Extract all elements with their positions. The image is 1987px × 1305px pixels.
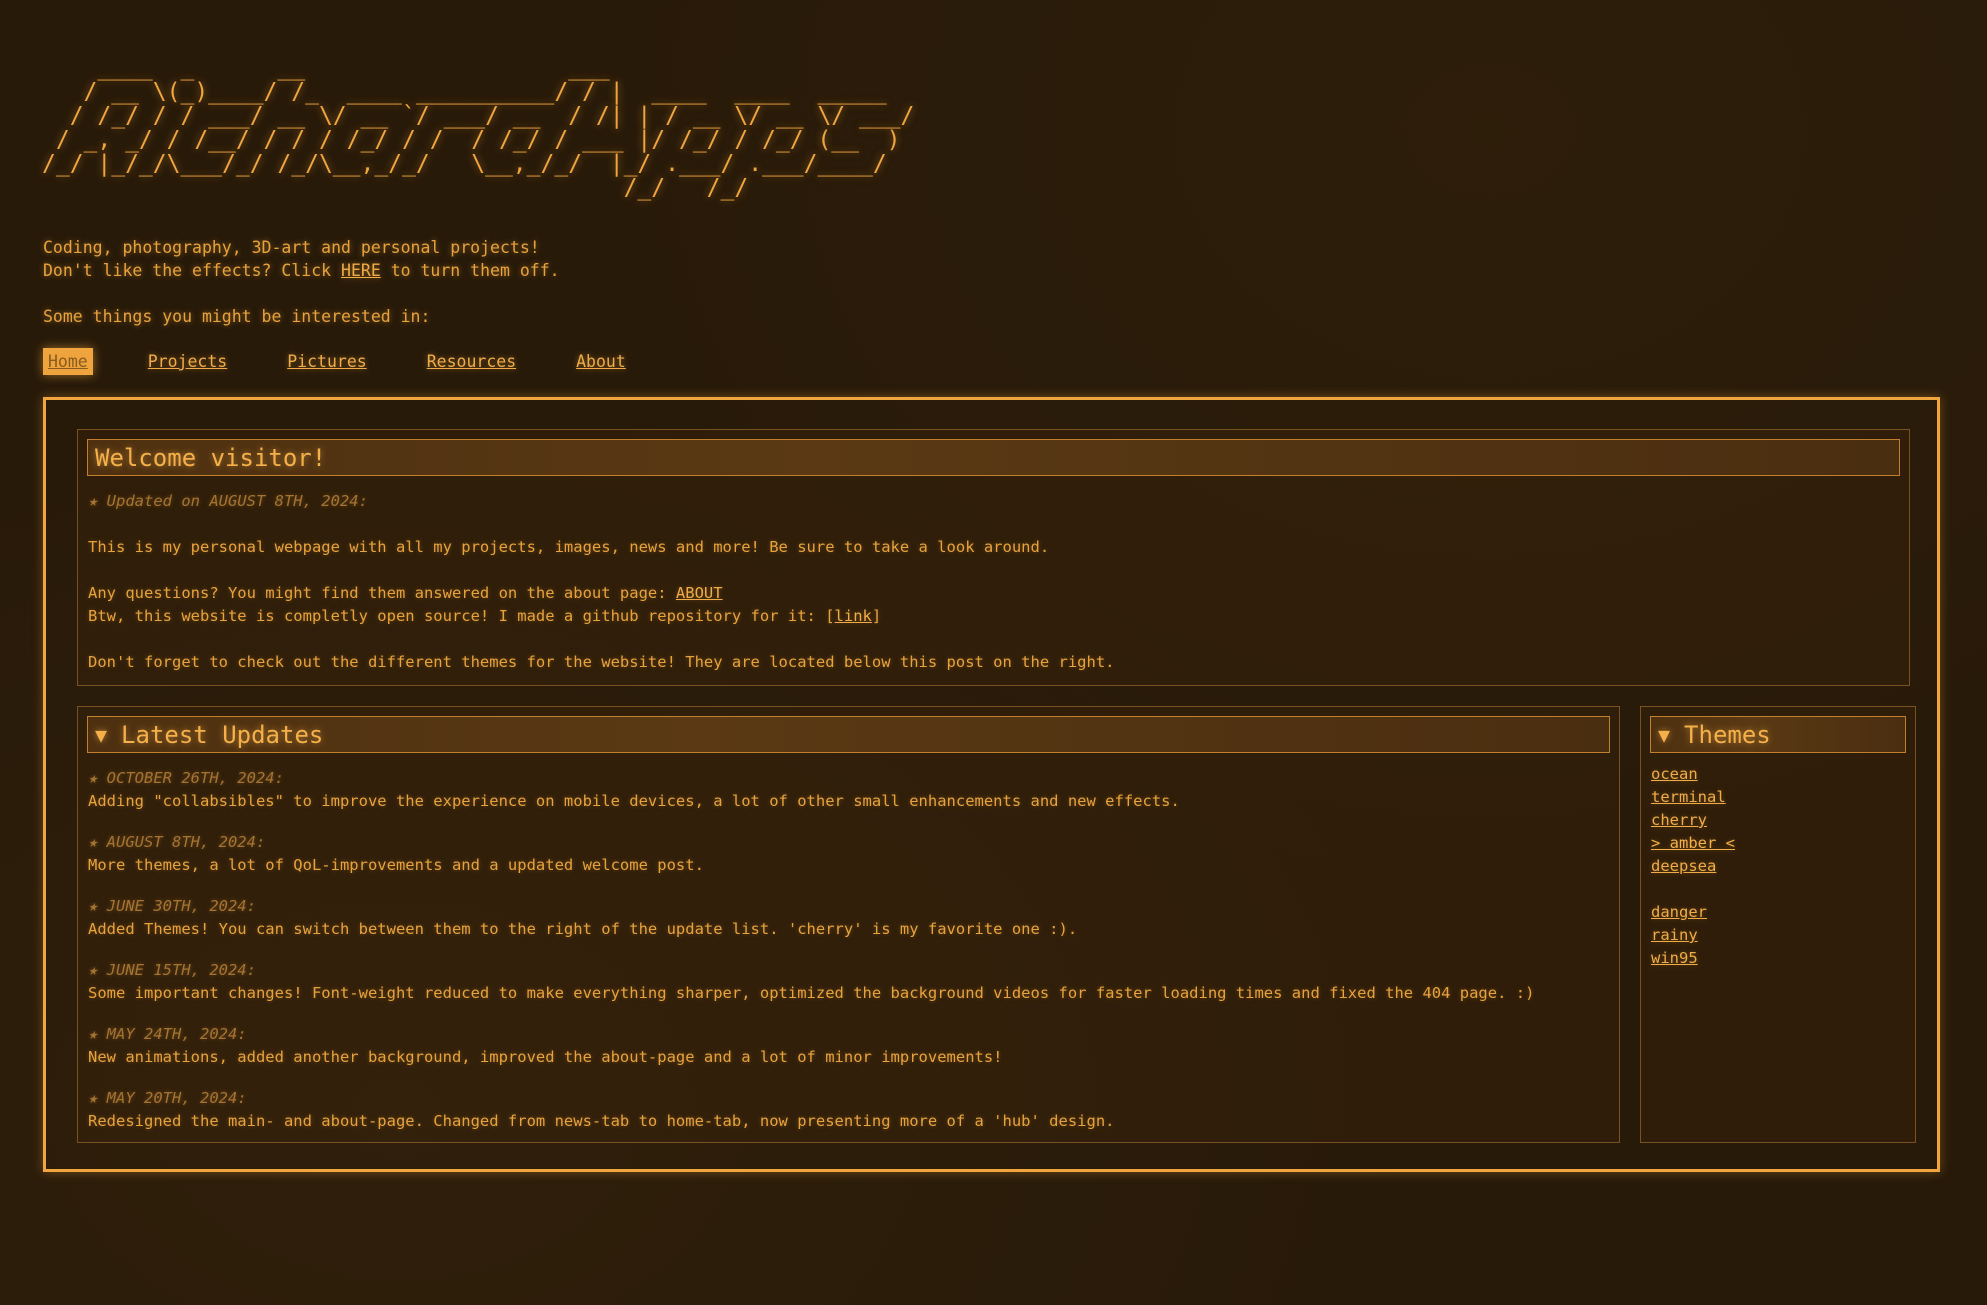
update-date: ★ JUNE 30TH, 2024: xyxy=(88,897,256,915)
update-date: ★ MAY 20TH, 2024: xyxy=(88,1089,247,1107)
update-entry: ★ JUNE 30TH, 2024: Added Themes! You can… xyxy=(88,895,1609,941)
welcome-paragraph-questions: Any questions? You might find them answe… xyxy=(88,584,723,602)
nav-about[interactable]: About xyxy=(571,348,631,375)
welcome-header: Welcome visitor! xyxy=(87,439,1900,476)
update-entry: ★ MAY 24TH, 2024: New animations, added … xyxy=(88,1023,1609,1069)
welcome-paragraph-intro: This is my personal webpage with all my … xyxy=(88,538,1050,556)
welcome-body: ★ Updated on AUGUST 8TH, 2024: This is m… xyxy=(88,490,1899,674)
welcome-paragraph-github: Btw, this website is completly open sour… xyxy=(88,607,882,625)
theme-ocean[interactable]: ocean xyxy=(1651,763,1905,786)
latest-updates-card: ▼ Latest Updates ★ OCTOBER 26TH, 2024: A… xyxy=(77,706,1620,1143)
nav-resources[interactable]: Resources xyxy=(422,348,521,375)
update-date: ★ MAY 24TH, 2024: xyxy=(88,1025,247,1043)
main-nav: Home Projects Pictures Resources About xyxy=(43,348,681,375)
update-text: Adding "collabsibles" to improve the exp… xyxy=(88,792,1180,810)
latest-updates-header[interactable]: ▼ Latest Updates xyxy=(87,716,1610,753)
themes-list: ocean terminal cherry > amber < deepsea … xyxy=(1651,763,1905,970)
theme-cherry[interactable]: cherry xyxy=(1651,809,1905,832)
welcome-paragraph-themes: Don't forget to check out the different … xyxy=(88,653,1115,671)
update-text: More themes, a lot of QoL-improvements a… xyxy=(88,856,704,874)
theme-danger[interactable]: danger xyxy=(1651,901,1905,924)
about-link[interactable]: ABOUT xyxy=(676,584,723,602)
themes-card: ▼ Themes ocean terminal cherry > amber <… xyxy=(1640,706,1916,1143)
update-date: ★ JUNE 15TH, 2024: xyxy=(88,961,256,979)
main-content-frame: Welcome visitor! ★ Updated on AUGUST 8TH… xyxy=(43,397,1940,1172)
collapse-triangle-icon[interactable]: ▼ xyxy=(1658,723,1670,747)
effects-toggle-line: Don't like the effects? Click HERE to tu… xyxy=(43,261,560,280)
latest-updates-title: Latest Updates xyxy=(121,720,324,749)
update-entry: ★ OCTOBER 26TH, 2024: Adding "collabsibl… xyxy=(88,767,1609,813)
theme-rainy[interactable]: rainy xyxy=(1651,924,1905,947)
welcome-title: Welcome visitor! xyxy=(95,443,327,472)
update-text: New animations, added another background… xyxy=(88,1048,1003,1066)
update-text: Added Themes! You can switch between the… xyxy=(88,920,1078,938)
intro-interest-line: Some things you might be interested in: xyxy=(43,307,431,326)
github-link[interactable]: link xyxy=(835,607,872,625)
welcome-updated-date: ★ Updated on AUGUST 8TH, 2024: xyxy=(88,492,368,510)
effects-off-link[interactable]: HERE xyxy=(341,261,381,280)
theme-win95[interactable]: win95 xyxy=(1651,947,1905,970)
update-entry: ★ JUNE 15TH, 2024: Some important change… xyxy=(88,959,1609,1005)
update-date: ★ OCTOBER 26TH, 2024: xyxy=(88,769,284,787)
updates-list: ★ OCTOBER 26TH, 2024: Adding "collabsibl… xyxy=(88,767,1609,1151)
update-entry: ★ AUGUST 8TH, 2024: More themes, a lot o… xyxy=(88,831,1609,877)
nav-pictures[interactable]: Pictures xyxy=(282,348,371,375)
update-date: ★ AUGUST 8TH, 2024: xyxy=(88,833,266,851)
welcome-card: Welcome visitor! ★ Updated on AUGUST 8TH… xyxy=(77,429,1910,686)
themes-title: Themes xyxy=(1684,720,1771,749)
update-text: Some important changes! Font-weight redu… xyxy=(88,984,1535,1002)
theme-amber[interactable]: > amber < xyxy=(1651,832,1905,855)
intro-text: Coding, photography, 3D-art and personal… xyxy=(43,236,560,328)
theme-terminal[interactable]: terminal xyxy=(1651,786,1905,809)
theme-deepsea[interactable]: deepsea xyxy=(1651,855,1905,878)
update-text: Redesigned the main- and about-page. Cha… xyxy=(88,1112,1115,1130)
update-entry: ★ MAY 20TH, 2024: Redesigned the main- a… xyxy=(88,1087,1609,1133)
nav-home[interactable]: Home xyxy=(43,348,93,375)
nav-projects[interactable]: Projects xyxy=(143,348,232,375)
site-logo-ascii: ____ _ __ ___ / __ \(_)____/ /_ ____ ___… xyxy=(42,55,915,201)
collapse-triangle-icon[interactable]: ▼ xyxy=(95,723,107,747)
themes-header[interactable]: ▼ Themes xyxy=(1650,716,1906,753)
intro-tagline: Coding, photography, 3D-art and personal… xyxy=(43,238,540,257)
